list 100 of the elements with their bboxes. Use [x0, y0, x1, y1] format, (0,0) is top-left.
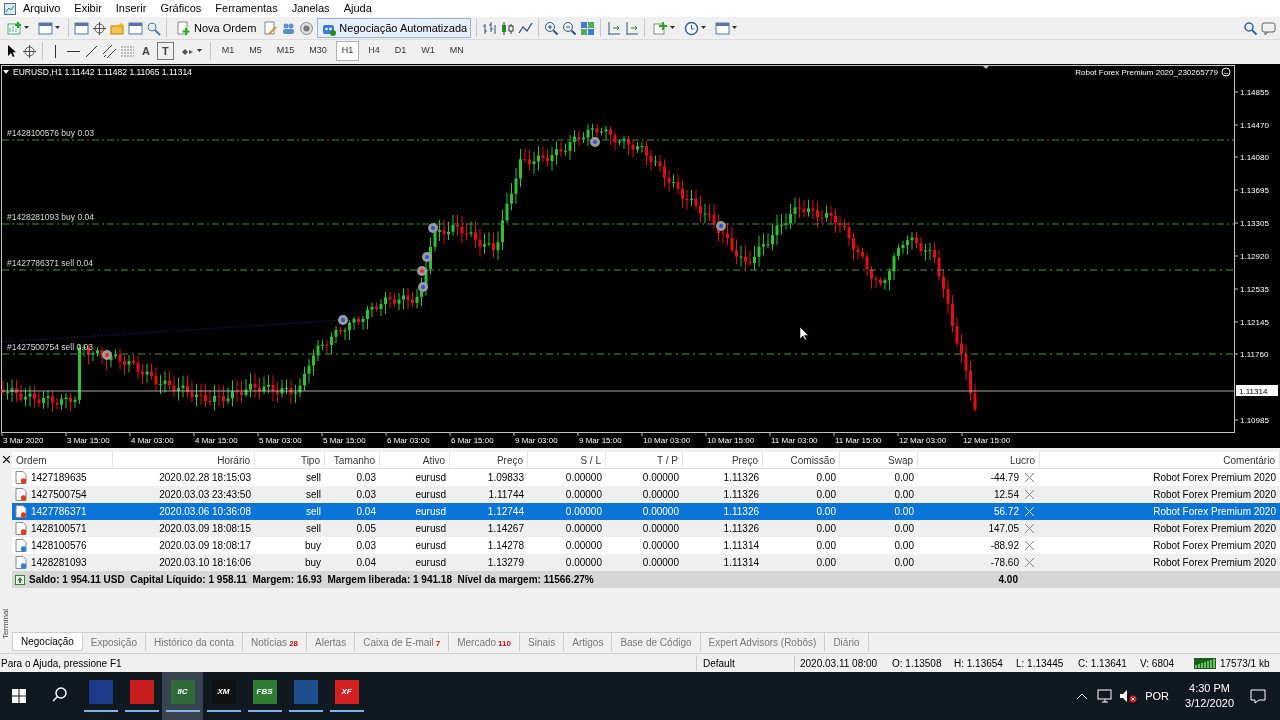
- tab-label: Sinais: [528, 635, 556, 650]
- column-header[interactable]: Comentário: [1040, 452, 1280, 468]
- column-header[interactable]: Tamanho: [325, 452, 380, 468]
- taskbar-app[interactable]: IIC: [162, 672, 203, 720]
- panel-tab[interactable]: Negociação: [12, 633, 83, 651]
- tab-label: Base de Código: [620, 635, 692, 650]
- table-cell-text: 1.11326: [722, 522, 760, 536]
- taskbar-app[interactable]: XF: [326, 672, 367, 720]
- close-icon[interactable]: [2, 456, 10, 463]
- table-row[interactable]: 1428281093 2020.03.10 18:16:06 buy 0.04 eurusd 1.13279 0.00000 0.00000 1.11314 0.00 0.00 -78.60 Robot Forex Premium 2020: [12, 554, 1280, 571]
- chat-icon[interactable]: [1261, 20, 1276, 36]
- column-header[interactable]: Preço: [450, 452, 528, 468]
- panel-tab[interactable]: Diário: [825, 633, 869, 651]
- column-header[interactable]: Tipo: [255, 452, 325, 468]
- line-chart-icon[interactable]: [518, 20, 534, 36]
- trend-line-icon[interactable]: [84, 43, 99, 59]
- timeframe-button[interactable]: M15: [270, 41, 301, 61]
- clock-date[interactable]: 3/12/2020: [1185, 696, 1234, 711]
- timeframe-button[interactable]: H4: [362, 41, 386, 61]
- language-indicator[interactable]: POR: [1137, 687, 1178, 705]
- window-icon[interactable]: [128, 20, 143, 36]
- zoom-in-icon[interactable]: [544, 20, 560, 36]
- table-row[interactable]: 1428100571 2020.03.09 18:08:15 sell 0.05 eurusd 1.14267 0.00000 0.00000 1.11326 0.00 0.00 147.05 Robot Forex Premium 2020: [12, 520, 1280, 537]
- timeframe-button[interactable]: M1: [215, 41, 241, 61]
- panel-tab[interactable]: Caixa de E-mail 7: [355, 633, 450, 651]
- signal-icon[interactable]: [299, 20, 315, 36]
- time-label: 9 Mar 15:00: [579, 436, 622, 445]
- panel-tab[interactable]: Sinais: [520, 633, 565, 651]
- panel-tab[interactable]: Histórico da conta: [145, 633, 243, 651]
- crosshair-icon[interactable]: [92, 20, 107, 36]
- panel-tab[interactable]: Exposição: [82, 633, 146, 651]
- tab-label: Mercado: [457, 635, 497, 650]
- taskbar-app[interactable]: FBS: [244, 672, 285, 720]
- menu-item[interactable]: Ferramentas: [208, 0, 285, 17]
- tile-windows-icon[interactable]: [580, 20, 596, 36]
- column-header[interactable]: Comissão: [763, 452, 840, 468]
- timeframe-button[interactable]: H1: [335, 41, 360, 61]
- table-cell-text: Robot Forex Premium 2020: [1152, 556, 1277, 570]
- window-icon[interactable]: [74, 20, 89, 36]
- table-cell-text: 0.00: [893, 471, 915, 485]
- menu-item[interactable]: Gráficos: [153, 0, 209, 17]
- column-header[interactable]: Lucro: [918, 452, 1040, 468]
- panel-tab[interactable]: Notícias 28: [243, 633, 308, 651]
- table-cell-text: sell: [305, 522, 322, 536]
- clock-time[interactable]: 4:30 PM: [1189, 681, 1230, 696]
- menu-item[interactable]: Janelas: [284, 0, 337, 17]
- column-header[interactable]: Ordem: [12, 452, 113, 468]
- menu-item[interactable]: Inserir: [108, 0, 154, 17]
- tab-label: Alertas: [315, 635, 347, 650]
- timeframe-button[interactable]: W1: [415, 41, 441, 61]
- column-header[interactable]: Preço: [683, 452, 763, 468]
- table-cell-text: -88.92: [990, 539, 1019, 553]
- table-cell-text: 0.04: [355, 556, 377, 570]
- menu-item[interactable]: Arquivo: [16, 0, 68, 17]
- menu-item[interactable]: Ajuda: [336, 0, 379, 17]
- panel-tab[interactable]: Expert Advisors (Robôs): [700, 633, 826, 651]
- muted-speaker-icon[interactable]: [1119, 689, 1138, 703]
- timeframe-button[interactable]: M5: [243, 41, 268, 61]
- network-icon[interactable]: [1097, 689, 1114, 703]
- table-row[interactable]: 1427500754 2020.03.03 23:43:50 sell 0.03 eurusd 1.11744 0.00000 0.00000 1.11326 0.00 0.00 12.54 Robot Forex Premium 2020: [12, 486, 1280, 503]
- folder-star-icon[interactable]: [110, 20, 125, 36]
- column-header[interactable]: Ativo: [380, 452, 450, 468]
- column-header[interactable]: Swap: [840, 452, 918, 468]
- panel-tab[interactable]: Mercado 110: [449, 633, 520, 651]
- chart-shift-icon[interactable]: [624, 20, 640, 36]
- magnifier-icon[interactable]: [146, 20, 161, 36]
- panel-tab[interactable]: Artigos: [564, 633, 613, 651]
- price-label: 1.14855: [1240, 88, 1269, 97]
- notification-icon[interactable]: [1250, 688, 1266, 704]
- price-label: 1.12535: [1240, 285, 1269, 294]
- volume-value: V: 6804: [1139, 656, 1176, 671]
- taskbar-app[interactable]: XM: [203, 672, 244, 720]
- chart-shift-icon[interactable]: [606, 20, 622, 36]
- text-tool-button[interactable]: T: [156, 42, 174, 60]
- column-header[interactable]: T / P: [606, 452, 683, 468]
- candlestick-icon[interactable]: [500, 20, 516, 36]
- column-header[interactable]: S / L: [528, 452, 606, 468]
- panel-label: Terminal: [0, 608, 11, 640]
- table-row[interactable]: 1427786371 2020.03.06 10:36:08 sell 0.04 eurusd 1.12744 0.00000 0.00000 1.11326 0.00 0.00 56.72 Robot Forex Premium 2020: [12, 503, 1280, 520]
- new-order-button[interactable]: Nova Ordem: [172, 18, 261, 38]
- caret-icon[interactable]: [3, 70, 9, 74]
- timeframe-button[interactable]: M30: [303, 41, 333, 61]
- auto-trading-button[interactable]: Negociação Automatizada: [317, 18, 472, 38]
- menu-item[interactable]: Exibir: [67, 0, 109, 17]
- panel-tab[interactable]: Alertas: [307, 633, 356, 651]
- channel-icon[interactable]: [102, 43, 117, 59]
- chevron-up-icon[interactable]: [1075, 691, 1090, 701]
- text-tool-button[interactable]: A: [138, 42, 154, 60]
- document-pen-icon[interactable]: [263, 20, 279, 36]
- bar-chart-icon[interactable]: [482, 20, 498, 36]
- panel-tab[interactable]: Base de Código: [612, 633, 701, 651]
- search-icon[interactable]: [1243, 20, 1258, 36]
- crosshair-icon[interactable]: [22, 43, 37, 59]
- shift-marker-icon[interactable]: [982, 65, 990, 69]
- column-header[interactable]: Horário: [113, 452, 255, 468]
- timeframe-button[interactable]: D1: [388, 41, 413, 61]
- table-cell-text: 0.03: [355, 471, 377, 485]
- timeframe-button[interactable]: MN: [443, 41, 470, 61]
- table-cell-text: 0.03: [355, 539, 377, 553]
- zoom-out-icon[interactable]: [562, 20, 578, 36]
